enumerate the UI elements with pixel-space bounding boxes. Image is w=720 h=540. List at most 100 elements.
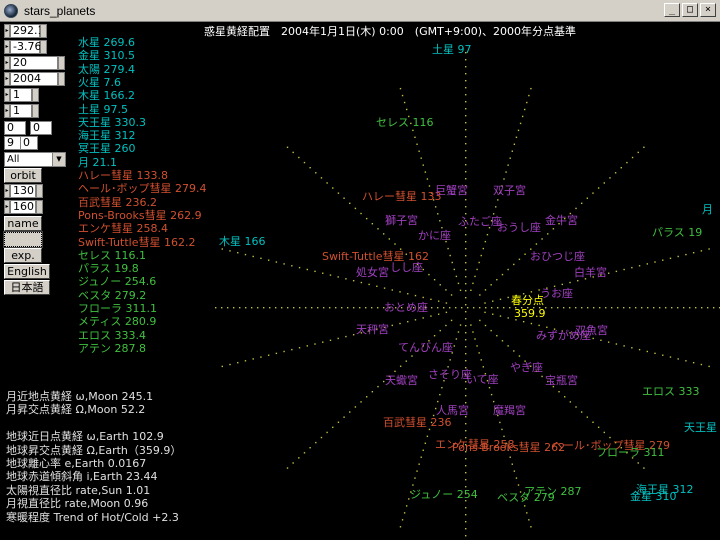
sky-dot [479,319,481,322]
sky-dot [422,317,424,319]
sky-dot [455,338,458,340]
close-button[interactable]: × [700,3,716,17]
sky-dot [360,281,363,284]
sky-dot [414,319,417,321]
info-line: 地球昇交点黄経 Ω,Earth（359.9） [6,443,182,457]
sky-dot [587,307,589,309]
month-field[interactable]: 1 [10,88,32,102]
sky-dot [233,307,235,309]
app-globe-icon [4,3,18,18]
sky-dot [399,322,401,325]
sky-dot [513,350,515,352]
spin-right-icon[interactable] [40,40,47,54]
english-button[interactable]: English [4,264,50,279]
focus-button[interactable] [3,231,43,248]
sky-dot [580,411,583,413]
day-spin[interactable]: ▸ 1 [4,104,39,118]
window-titlebar[interactable]: stars_planets _ □ × [0,0,720,22]
sky-dot [359,307,361,309]
century-spin[interactable]: ▸ 20 [4,56,65,70]
sky-dot [465,283,467,285]
spin-right-icon[interactable] [36,184,43,198]
radius-field[interactable]: 160 [10,200,36,214]
sky-dot [490,284,492,286]
longitude-field[interactable]: 292.17 [10,24,52,38]
year-spin[interactable]: ▸ 2004 [4,72,65,86]
maximize-button[interactable]: □ [682,3,698,17]
sky-dot [637,151,639,154]
object-list-item: エンケ彗星 258.4 [78,222,168,236]
sky-dot [306,268,308,271]
sky-dot [465,248,467,250]
sky-dot [479,307,481,309]
sky-dot [337,421,340,423]
longitude-spin[interactable]: ▸ 292.17 [4,24,52,38]
year-field[interactable]: 2004 [10,72,58,86]
zoom-field[interactable]: 130 [10,184,36,198]
sky-dot [394,243,396,245]
sky-dot [647,307,649,309]
sky-dot [713,307,715,309]
sky-dot [437,400,439,403]
object-list-item: 水星 269.6 [78,36,135,49]
sky-label: ふたご座 [458,215,502,228]
month-spin[interactable]: ▸ 1 [4,88,39,102]
sky-dot [371,307,373,309]
sky-dot [482,247,484,250]
latitude-spin[interactable]: ▸ -3.76 [4,40,47,54]
sky-dot [449,307,451,309]
sky-label: 百武彗星 236 [383,416,452,429]
name-button[interactable]: name [4,216,42,231]
spin-right-icon[interactable] [32,88,39,102]
object-select[interactable]: All ▼ [4,152,66,167]
spin-right-icon[interactable] [36,200,43,214]
sky-dot [215,307,217,309]
sky-dot [314,343,316,345]
orbit-button[interactable]: orbit [4,168,42,183]
sky-dot [689,307,691,309]
object-list-item: ベスタ 279.2 [78,288,147,302]
sky-dot [524,253,526,255]
sky-dot [592,192,594,194]
sky-dot [472,282,474,285]
sky-dot [603,431,605,434]
minute-field[interactable]: 0 [30,121,52,135]
century-field[interactable]: 20 [10,56,58,70]
sky-dot [561,283,563,286]
day-field[interactable]: 1 [10,104,32,118]
sky-dot [491,307,493,309]
timezone-minute-field[interactable]: 0 [20,136,38,150]
exp-button[interactable]: exp. [4,248,42,263]
sky-dot [422,296,424,299]
hour-field[interactable]: 0 [4,121,26,135]
sky-dot [269,307,271,309]
sky-dot [465,332,467,334]
sky-dot [513,263,515,266]
sky-label: ベスタ 279 [497,491,555,504]
sky-dot [503,435,505,438]
spin-right-icon[interactable] [58,56,65,70]
sky-dot [465,528,467,530]
radius-spin[interactable]: ▸ 160 [4,200,43,214]
sky-dot [507,296,509,299]
sky-dot [515,136,518,139]
zoom-spin[interactable]: ▸ 130 [4,184,43,198]
jupiter-side-label: 木星 166 [219,235,266,248]
sky-dot [465,360,467,362]
sky-dot [638,265,641,267]
sky-dot [623,307,625,309]
spin-right-icon[interactable] [40,24,47,38]
sky-dot [465,164,467,166]
sky-dot [497,199,499,201]
spin-right-icon[interactable] [58,72,65,86]
spin-right-icon[interactable] [32,104,39,118]
latitude-field[interactable]: -3.76 [10,40,41,54]
sky-label: てんびん座 [398,341,453,354]
sky-dot [501,273,504,276]
chevron-down-icon[interactable]: ▼ [52,153,65,166]
japanese-button[interactable]: 日本語 [4,280,50,295]
minimize-button[interactable]: _ [664,3,680,17]
sky-dot [341,307,343,309]
sky-dot [557,307,559,309]
sky-dot [465,388,467,390]
